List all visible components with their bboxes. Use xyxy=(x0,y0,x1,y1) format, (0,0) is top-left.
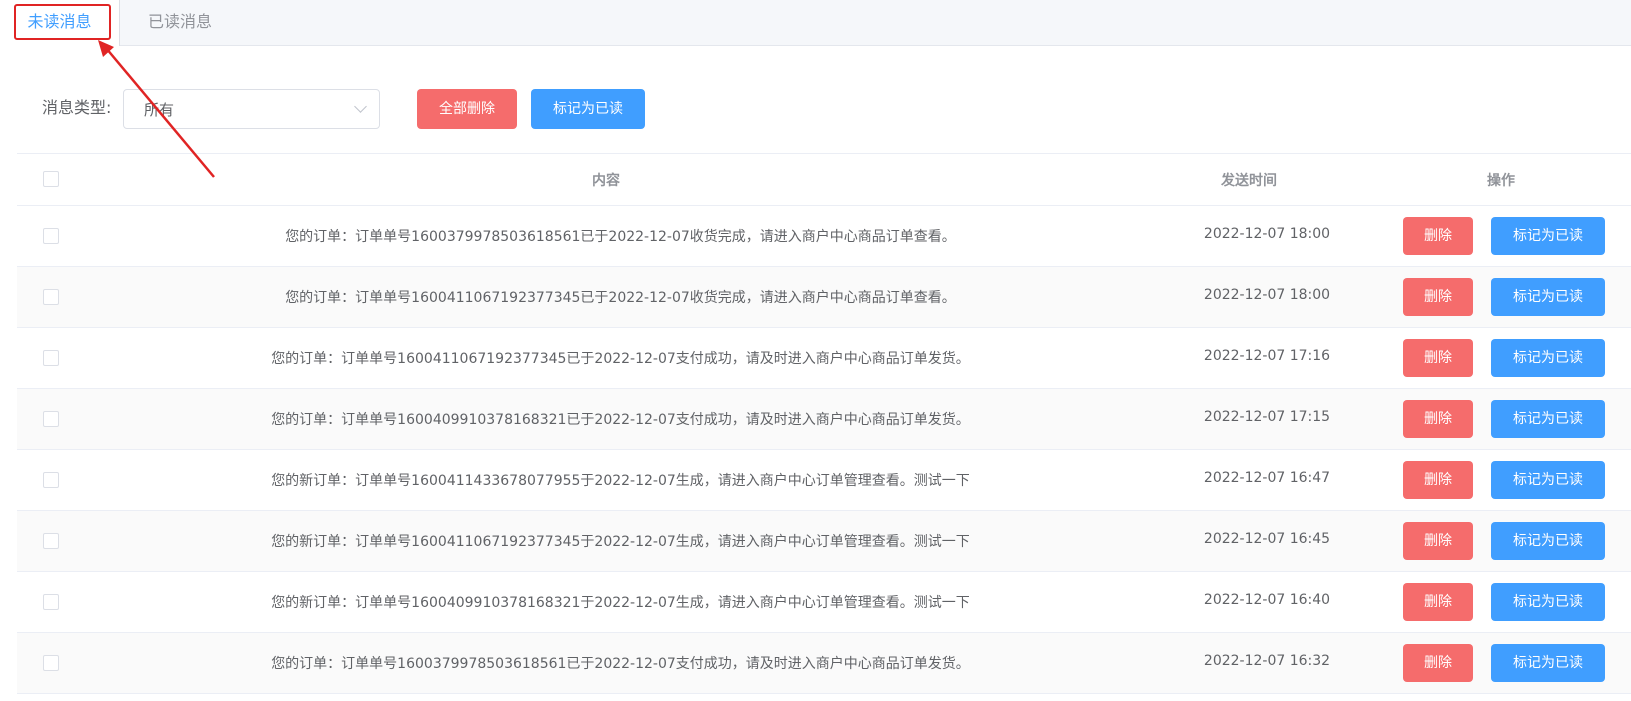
table-body: 您的订单：订单单号1600379978503618561已于2022-12-07… xyxy=(17,206,1631,694)
message-time: 2022-12-07 18:00 xyxy=(1203,226,1331,242)
row-checkbox[interactable] xyxy=(43,655,59,671)
message-time: 2022-12-07 17:15 xyxy=(1203,409,1331,425)
row-delete-button[interactable]: 删除 xyxy=(1403,400,1473,438)
row-delete-button[interactable]: 删除 xyxy=(1403,217,1473,255)
column-header-actions: 操作 xyxy=(1487,173,1515,189)
message-content: 您的新订单：订单单号1600411433678077955于2022-12-07… xyxy=(271,473,970,489)
row-mark-read-button[interactable]: 标记为已读 xyxy=(1491,644,1605,682)
message-time: 2022-12-07 16:45 xyxy=(1203,531,1331,547)
row-mark-read-button[interactable]: 标记为已读 xyxy=(1491,461,1605,499)
message-type-label: 消息类型: xyxy=(42,98,112,117)
table-header: 内容 发送时间 操作 xyxy=(17,154,1631,206)
row-mark-read-button[interactable]: 标记为已读 xyxy=(1491,217,1605,255)
row-delete-button[interactable]: 删除 xyxy=(1403,278,1473,316)
messages-table: 内容 发送时间 操作 您的订单：订单单号1600379978503618561已… xyxy=(17,153,1631,694)
message-time: 2022-12-07 17:16 xyxy=(1203,348,1331,364)
message-content: 您的订单：订单单号1600379978503618561已于2022-12-07… xyxy=(285,229,956,245)
row-checkbox[interactable] xyxy=(43,350,59,366)
row-delete-button[interactable]: 删除 xyxy=(1403,644,1473,682)
row-checkbox[interactable] xyxy=(43,472,59,488)
row-checkbox[interactable] xyxy=(43,533,59,549)
message-content: 您的订单：订单单号1600411067192377345已于2022-12-07… xyxy=(271,351,970,367)
table-row: 您的订单：订单单号1600409910378168321已于2022-12-07… xyxy=(17,389,1631,450)
tab-read-messages[interactable]: 已读消息 xyxy=(120,0,240,46)
table-row: 您的新订单：订单单号1600411433678077955于2022-12-07… xyxy=(17,450,1631,511)
row-mark-read-button[interactable]: 标记为已读 xyxy=(1491,583,1605,621)
message-content: 您的新订单：订单单号1600409910378168321于2022-12-07… xyxy=(271,595,970,611)
message-type-select[interactable]: 所有 xyxy=(123,89,380,129)
table-row: 您的订单：订单单号1600379978503618561已于2022-12-07… xyxy=(17,633,1631,694)
message-time: 2022-12-07 16:40 xyxy=(1203,592,1331,608)
message-content: 您的新订单：订单单号1600411067192377345于2022-12-07… xyxy=(271,534,970,550)
table-row: 您的订单：订单单号1600411067192377345已于2022-12-07… xyxy=(17,328,1631,389)
table-row: 您的订单：订单单号1600379978503618561已于2022-12-07… xyxy=(17,206,1631,267)
message-tabs: 未读消息 已读消息 xyxy=(0,0,1631,46)
row-checkbox[interactable] xyxy=(43,228,59,244)
chevron-down-icon xyxy=(354,100,367,113)
message-time: 2022-12-07 18:00 xyxy=(1203,287,1331,303)
row-delete-button[interactable]: 删除 xyxy=(1403,583,1473,621)
message-type-value: 所有 xyxy=(144,101,175,119)
row-delete-button[interactable]: 删除 xyxy=(1403,522,1473,560)
row-checkbox[interactable] xyxy=(43,289,59,305)
table-row: 您的新订单：订单单号1600411067192377345于2022-12-07… xyxy=(17,511,1631,572)
select-all-checkbox[interactable] xyxy=(43,171,59,187)
row-mark-read-button[interactable]: 标记为已读 xyxy=(1491,400,1605,438)
column-header-time: 发送时间 xyxy=(1221,173,1277,189)
row-delete-button[interactable]: 删除 xyxy=(1403,461,1473,499)
table-row: 您的新订单：订单单号1600409910378168321于2022-12-07… xyxy=(17,572,1631,633)
row-delete-button[interactable]: 删除 xyxy=(1403,339,1473,377)
tab-unread-messages[interactable]: 未读消息 xyxy=(0,0,120,46)
column-header-content: 内容 xyxy=(592,173,620,189)
message-content: 您的订单：订单单号1600409910378168321已于2022-12-07… xyxy=(271,412,970,428)
message-time: 2022-12-07 16:32 xyxy=(1203,653,1331,669)
row-mark-read-button[interactable]: 标记为已读 xyxy=(1491,522,1605,560)
message-content: 您的订单：订单单号1600411067192377345已于2022-12-07… xyxy=(285,290,956,306)
message-time: 2022-12-07 16:47 xyxy=(1203,470,1331,486)
row-checkbox[interactable] xyxy=(43,411,59,427)
table-row: 您的订单：订单单号1600411067192377345已于2022-12-07… xyxy=(17,267,1631,328)
row-mark-read-button[interactable]: 标记为已读 xyxy=(1491,339,1605,377)
row-mark-read-button[interactable]: 标记为已读 xyxy=(1491,278,1605,316)
delete-all-button[interactable]: 全部删除 xyxy=(417,89,517,129)
message-content: 您的订单：订单单号1600379978503618561已于2022-12-07… xyxy=(271,656,970,672)
mark-all-read-button[interactable]: 标记为已读 xyxy=(531,89,645,129)
row-checkbox[interactable] xyxy=(43,594,59,610)
